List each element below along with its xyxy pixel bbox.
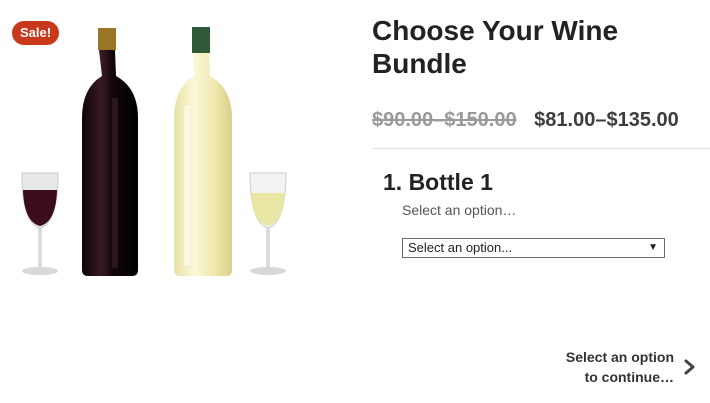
sale-badge: Sale!	[12, 21, 60, 45]
option-select-value: Select an option...	[408, 240, 513, 255]
price-row: $90.00–$150.00 $81.00–$135.00	[372, 108, 702, 132]
white-wine-bottle	[174, 27, 232, 276]
product-image	[8, 18, 306, 286]
continue-line-2: to continue…	[584, 369, 674, 385]
white-wine-glass	[249, 172, 287, 275]
red-wine-glass	[21, 172, 59, 275]
product-title: Choose Your Wine Bundle	[372, 15, 619, 79]
red-wine-bottle	[82, 28, 138, 276]
bundle-item-hint: Select an option…	[402, 202, 517, 218]
caret-down-icon: ▼	[648, 242, 658, 253]
continue-button[interactable]: Select an option to continue…	[514, 347, 674, 387]
chevron-right-icon[interactable]	[683, 359, 697, 375]
continue-line-1: Select an option	[565, 349, 674, 365]
old-price: $90.00–$150.00	[372, 109, 517, 131]
bundle-item: 1. Bottle 1 Select an option…	[383, 168, 703, 218]
divider	[372, 148, 710, 149]
sale-price: $81.00–$135.00	[534, 109, 679, 131]
option-select[interactable]: Select an option... ▼	[402, 238, 665, 258]
bundle-item-heading: 1. Bottle 1	[383, 169, 493, 195]
